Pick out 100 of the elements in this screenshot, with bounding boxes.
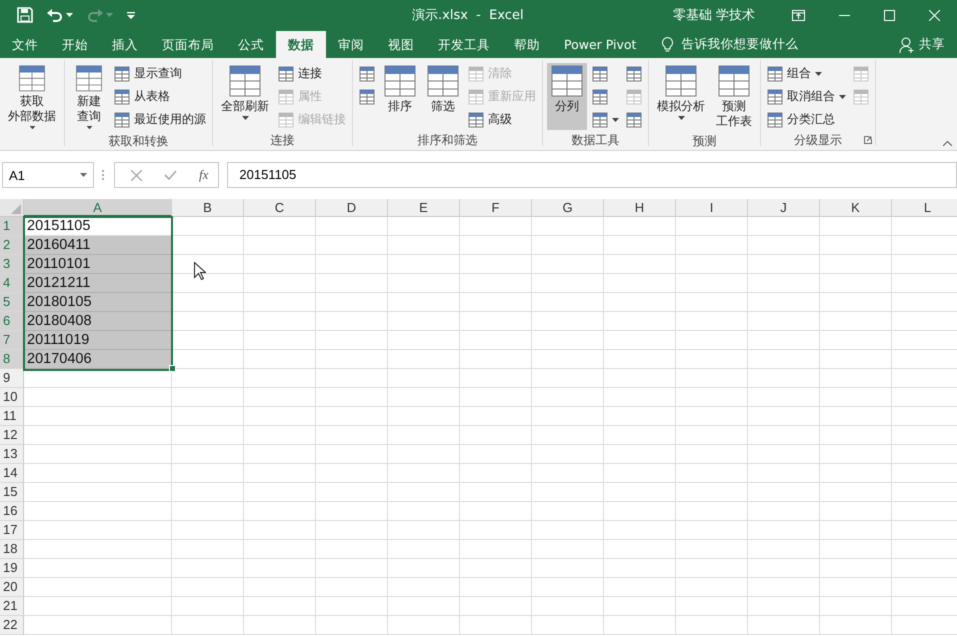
table-icon [468, 88, 484, 104]
ribbon-button[interactable]: 最近使用的源 [112, 109, 208, 130]
ribbon-button[interactable]: 取消组合 [765, 86, 848, 107]
row-header[interactable]: 9 [0, 369, 24, 388]
ribbon-button[interactable]: 组合 [765, 63, 848, 84]
row-header[interactable]: 13 [0, 445, 24, 464]
ribbon-tab[interactable]: 数据 [276, 31, 326, 58]
cancel-icon[interactable] [131, 170, 142, 180]
ribbon-button[interactable]: 模拟分析 [653, 63, 709, 131]
column-header[interactable]: L [892, 199, 957, 217]
ribbon-tab[interactable]: 审阅 [326, 31, 376, 58]
window-title: 演示.xlsx - Excel [412, 7, 525, 24]
column-header[interactable]: J [748, 199, 820, 217]
caret-icon [66, 13, 73, 17]
caret-icon [242, 116, 248, 120]
ribbon-button[interactable]: 排序 [380, 63, 420, 130]
table-icon [384, 65, 416, 97]
row-header[interactable]: 1 [0, 217, 24, 236]
row-header[interactable]: 5 [0, 293, 24, 312]
quick-access-button[interactable] [17, 7, 33, 23]
row-header[interactable]: 14 [0, 464, 24, 483]
row-header[interactable]: 4 [0, 274, 24, 293]
ribbon-tab[interactable]: 视图 [376, 31, 426, 58]
row-header[interactable]: 8 [0, 350, 24, 369]
row-header[interactable]: 17 [0, 521, 24, 540]
column-header[interactable]: I [676, 199, 748, 217]
share-button[interactable]: 共享 [899, 31, 945, 58]
insert-function-button[interactable]: fx [199, 167, 208, 183]
table-icon [853, 88, 869, 104]
row-header[interactable]: 6 [0, 312, 24, 331]
column-header[interactable]: H [604, 199, 676, 217]
column-header[interactable]: K [820, 199, 892, 217]
table-icon [359, 88, 375, 104]
lightbulb-icon [662, 37, 674, 52]
quick-access-button[interactable] [127, 11, 135, 19]
undo-icon [47, 8, 63, 22]
minimize-icon[interactable] [839, 14, 850, 16]
ribbon-tab[interactable]: 公式 [226, 31, 276, 58]
ribbon-button[interactable]: 新建 查询 [69, 63, 109, 131]
ribbon-button[interactable]: 从表格 [112, 86, 208, 107]
ribbon-button[interactable]: 全部刷新 [217, 63, 273, 130]
table-icon [427, 65, 459, 97]
table-icon [767, 66, 783, 82]
row-header[interactable]: 3 [0, 255, 24, 274]
ribbon-tab[interactable]: 文件 [0, 31, 50, 58]
ribbon-tab[interactable]: 帮助 [502, 31, 552, 58]
enter-icon[interactable] [164, 170, 177, 180]
caret-icon [86, 126, 92, 129]
row-header[interactable]: 2 [0, 236, 24, 255]
row-header[interactable]: 10 [0, 388, 24, 407]
formula-field[interactable]: 20151105 [227, 162, 957, 188]
column-header[interactable]: B [172, 199, 244, 217]
ribbon-button[interactable]: 筛选 [423, 63, 463, 130]
column-header[interactable]: D [316, 199, 388, 217]
caret-icon [28, 126, 36, 129]
ribbon-tab[interactable]: 开发工具 [426, 31, 502, 58]
ribbon-button[interactable]: 连接 [276, 63, 348, 84]
table-cell: 20180105 [24, 293, 172, 312]
table-icon [114, 112, 130, 128]
ribbon-tab[interactable]: 页面布局 [150, 31, 226, 58]
row-header[interactable]: 18 [0, 540, 24, 559]
ribbon-button[interactable]: 显示查询 [112, 63, 208, 84]
maximize-icon[interactable] [884, 10, 895, 20]
row-header[interactable]: 21 [0, 597, 24, 616]
row-header[interactable]: 12 [0, 426, 24, 445]
column-header[interactable]: F [460, 199, 532, 217]
column-header[interactable]: E [388, 199, 460, 217]
row-header[interactable]: 7 [0, 331, 24, 350]
ribbon-button[interactable]: 分类汇总 [765, 109, 848, 130]
close-icon[interactable] [929, 10, 940, 20]
ribbon-button[interactable]: 分列 [547, 63, 587, 130]
ribbon-tab[interactable]: 开始 [50, 31, 100, 58]
mouse-pointer-icon [194, 262, 206, 280]
table-cell: 20121211 [24, 274, 172, 293]
collapse-ribbon-icon[interactable] [943, 141, 952, 146]
row-header[interactable]: 20 [0, 578, 24, 597]
redo-icon [87, 8, 103, 22]
user-name: 零基础 学技术 [672, 7, 755, 24]
row-header[interactable]: 22 [0, 616, 24, 635]
dialog-launcher-icon[interactable] [864, 136, 872, 144]
ribbon-button[interactable]: 预测 工作表 [712, 63, 756, 131]
name-box[interactable]: A1 [2, 162, 94, 188]
ribbon-display-icon[interactable] [792, 10, 805, 20]
ribbon-button[interactable]: 高级 [466, 109, 538, 130]
row-header[interactable]: 16 [0, 502, 24, 521]
column-header[interactable]: C [244, 199, 316, 217]
ribbon-tab[interactable]: 插入 [100, 31, 150, 58]
table-icon [592, 66, 608, 82]
column-header[interactable]: A [24, 199, 172, 217]
row-header[interactable]: 19 [0, 559, 24, 578]
tell-me-field[interactable]: 告诉我你想要做什么 [662, 31, 798, 58]
row-header[interactable]: 15 [0, 483, 24, 502]
row-header[interactable]: 11 [0, 407, 24, 426]
fill-handle[interactable] [169, 365, 176, 372]
table-icon [278, 88, 294, 104]
column-header[interactable]: G [532, 199, 604, 217]
quick-access-button[interactable] [47, 8, 73, 22]
ribbon-tab[interactable]: Power Pivot [552, 31, 648, 58]
caret-icon [678, 116, 684, 120]
ribbon-button[interactable]: 获取 外部数据 [4, 63, 60, 131]
